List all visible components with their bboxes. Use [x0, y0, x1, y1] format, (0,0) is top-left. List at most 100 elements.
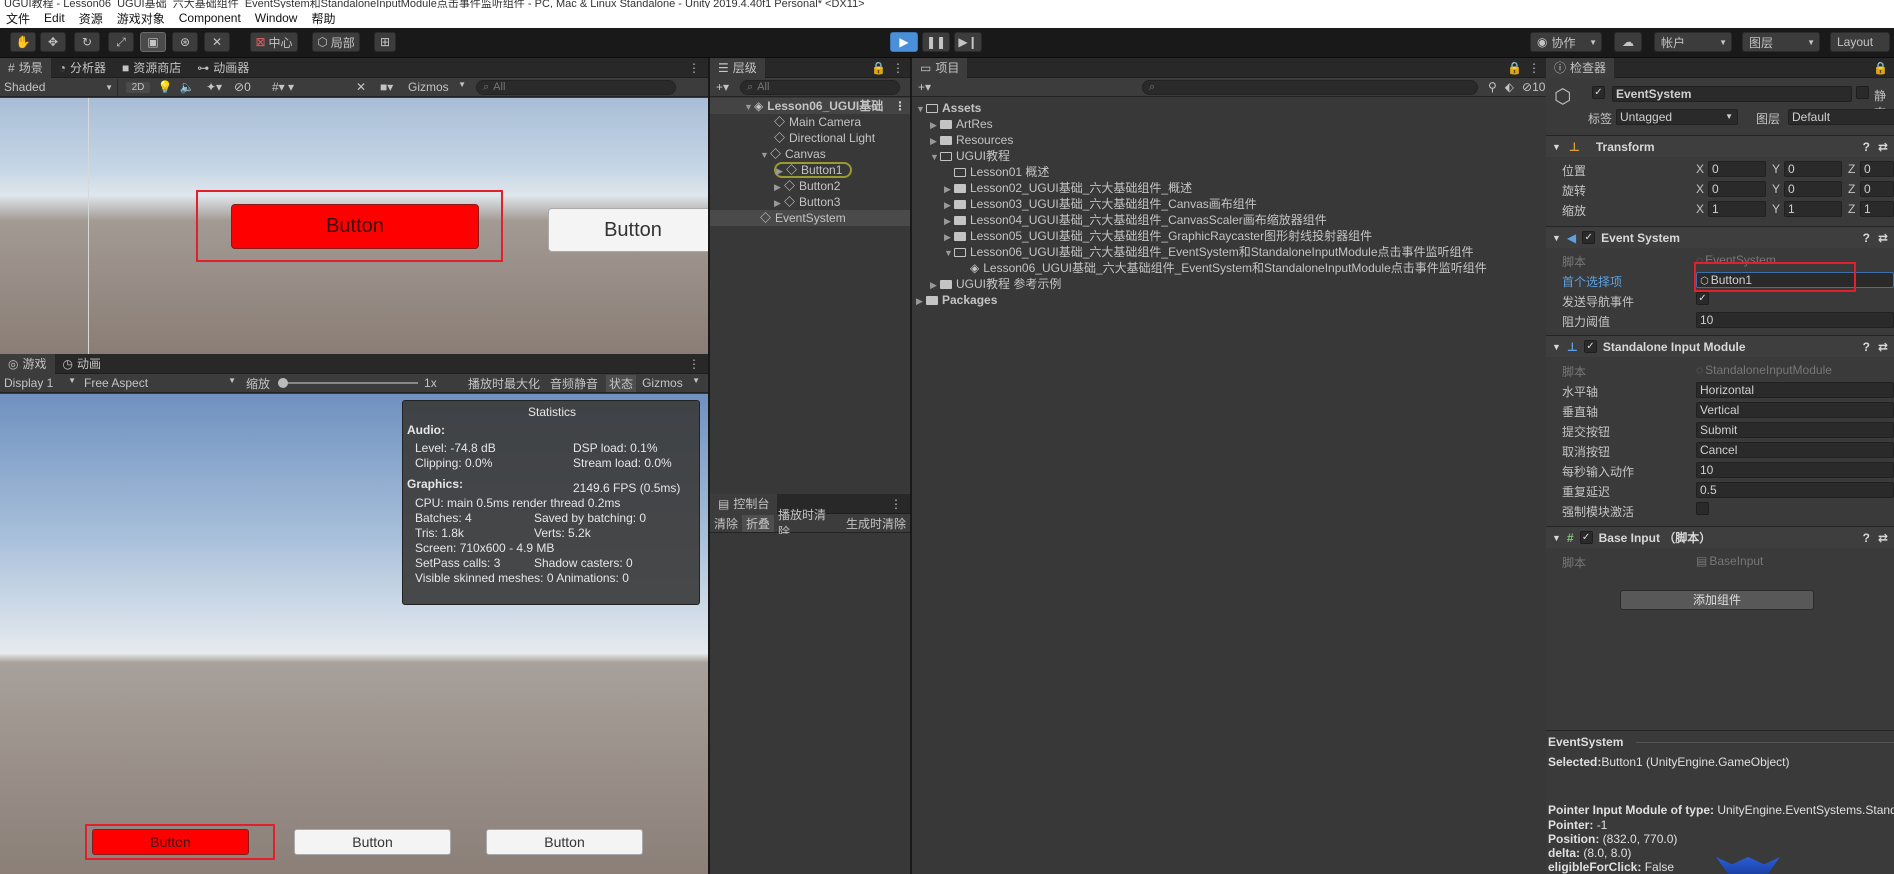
- collapse-toggle[interactable]: 折叠: [742, 514, 774, 532]
- project-item-packages[interactable]: ▶ Packages: [916, 292, 997, 308]
- component-enabled-checkbox[interactable]: ✓: [1583, 340, 1597, 353]
- rotate-tool-icon[interactable]: ↻: [74, 32, 100, 52]
- expand-icon[interactable]: ▶: [774, 179, 784, 195]
- scene-button-red[interactable]: Button: [231, 204, 479, 249]
- display-dropdown[interactable]: Display 1 ▼: [0, 376, 80, 390]
- more-menu-icon[interactable]: ⋮: [688, 357, 700, 371]
- pos-y-field[interactable]: 0: [1784, 161, 1842, 177]
- game-viewport[interactable]: Statistics Audio: Level: -74.8 dB DSP lo…: [0, 394, 708, 874]
- expand-icon[interactable]: ▼: [916, 101, 926, 117]
- 2d-toggle[interactable]: 2D: [126, 81, 150, 93]
- expand-icon[interactable]: ▶: [776, 165, 786, 177]
- project-item-lesson05[interactable]: ▶ Lesson05_UGUI基础_六大基础组件_GraphicRaycaster…: [944, 228, 1372, 244]
- settings-icon[interactable]: ⇄: [1878, 531, 1888, 545]
- clear-on-build-toggle[interactable]: 生成时清除: [842, 515, 910, 532]
- pos-x-field[interactable]: 0: [1708, 161, 1766, 177]
- scene-viewport[interactable]: Button Button: [0, 98, 708, 354]
- help-icon[interactable]: ?: [1863, 531, 1870, 545]
- more-menu-icon[interactable]: ⋮: [890, 497, 902, 511]
- expand-icon[interactable]: ▶: [944, 229, 954, 245]
- tag-dropdown[interactable]: Untagged ▼: [1616, 109, 1738, 125]
- scale-slider[interactable]: [278, 378, 419, 388]
- lock-icon[interactable]: 🔒: [1873, 61, 1888, 75]
- expand-icon[interactable]: ▼: [930, 149, 940, 165]
- space-toggle[interactable]: ⬡ 局部: [312, 32, 360, 52]
- account-dropdown[interactable]: 帐户 ▼: [1654, 32, 1732, 52]
- stats-toggle[interactable]: 状态: [606, 374, 637, 392]
- cloud-icon[interactable]: ☁: [1614, 32, 1642, 52]
- expand-icon[interactable]: ▶: [930, 133, 940, 149]
- more-menu-icon[interactable]: ⋮: [688, 61, 700, 75]
- menu-component[interactable]: Component: [179, 11, 241, 25]
- project-item-assets[interactable]: ▼ Assets: [916, 100, 981, 116]
- hierarchy-item-main-camera[interactable]: Main Camera: [774, 114, 861, 130]
- rect-tool-icon[interactable]: ▣: [140, 32, 166, 52]
- menu-assets[interactable]: 资源: [79, 10, 103, 27]
- more-menu-icon[interactable]: ⋮: [892, 61, 904, 75]
- rot-y-field[interactable]: 0: [1784, 181, 1842, 197]
- clear-button[interactable]: 清除: [710, 515, 742, 532]
- tab-animator[interactable]: ⊶ 动画器: [189, 58, 257, 78]
- scale-tool-icon[interactable]: ⤢: [108, 32, 134, 52]
- camera-icon[interactable]: ■▾: [380, 80, 406, 94]
- active-checkbox[interactable]: ✓: [1592, 86, 1605, 99]
- ips-field[interactable]: 10: [1696, 462, 1894, 478]
- scene-button-white[interactable]: Button: [548, 208, 708, 252]
- component-enabled-checkbox[interactable]: ✓: [1579, 531, 1593, 544]
- layout-dropdown[interactable]: Layout: [1830, 32, 1890, 52]
- menu-file[interactable]: 文件: [6, 10, 30, 27]
- cancel-field[interactable]: Cancel: [1696, 442, 1894, 458]
- effects-icon[interactable]: ✦▾: [200, 80, 228, 94]
- tab-animation[interactable]: ◷ 动画: [55, 354, 110, 374]
- shading-dropdown[interactable]: Shaded ▼: [0, 78, 118, 96]
- project-item-ugui-examples[interactable]: ▶ UGUI教程 参考示例: [930, 276, 1061, 292]
- hierarchy-scene-root[interactable]: ▼◈ Lesson06_UGUI基础 ⋮: [710, 98, 910, 114]
- mute-toggle[interactable]: 音频静音: [548, 375, 600, 392]
- hierarchy-item-eventsystem[interactable]: EventSystem: [710, 210, 910, 226]
- object-name-field[interactable]: EventSystem: [1612, 86, 1852, 102]
- tab-scene[interactable]: # 场景: [0, 58, 51, 78]
- menu-edit[interactable]: Edit: [44, 11, 65, 25]
- foldout-icon[interactable]: ▼: [1552, 142, 1561, 152]
- rot-z-field[interactable]: 0: [1860, 181, 1894, 197]
- expand-icon[interactable]: ▼: [744, 99, 754, 115]
- maximize-toggle[interactable]: 播放时最大化: [466, 375, 542, 392]
- play-button[interactable]: ▶: [890, 32, 918, 52]
- expand-icon[interactable]: ▶: [774, 195, 784, 211]
- hierarchy-search-input[interactable]: ⌕ All: [740, 79, 900, 95]
- grid-snap-icon[interactable]: ⊞: [374, 32, 396, 52]
- tab-hierarchy[interactable]: ☰ 层级: [710, 58, 765, 78]
- lock-icon[interactable]: 🔒: [1507, 61, 1522, 75]
- tools-icon[interactable]: ✕: [356, 80, 374, 94]
- move-tool-icon[interactable]: ✥: [40, 32, 66, 52]
- static-checkbox[interactable]: [1856, 86, 1869, 99]
- scene-search-input[interactable]: ⌕ All: [476, 79, 676, 95]
- scl-x-field[interactable]: 1: [1708, 201, 1766, 217]
- tab-asset-store[interactable]: ■ 资源商店: [114, 58, 189, 78]
- project-item-resources[interactable]: ▶ Resources: [930, 132, 1013, 148]
- pos-z-field[interactable]: 0: [1860, 161, 1894, 177]
- more-menu-icon[interactable]: ⋮: [894, 98, 906, 114]
- expand-icon[interactable]: ▶: [930, 277, 940, 293]
- menu-help[interactable]: 帮助: [311, 10, 335, 27]
- project-item-lesson01[interactable]: Lesson01 概述: [954, 164, 1049, 180]
- scale-slider-handle[interactable]: [278, 378, 289, 388]
- event-system-header[interactable]: ▼ ◀ ✓ Event System ? ⇄: [1546, 226, 1894, 248]
- expand-icon[interactable]: ▶: [916, 293, 926, 309]
- lock-icon[interactable]: 🔒: [871, 61, 886, 75]
- help-icon[interactable]: ?: [1863, 140, 1870, 154]
- foldout-icon[interactable]: ▼: [1552, 533, 1561, 543]
- hierarchy-item-button2[interactable]: ▶ Button2: [774, 178, 840, 194]
- expand-icon[interactable]: ▶: [944, 213, 954, 229]
- standalone-header[interactable]: ▼ ⊥ ✓ Standalone Input Module ? ⇄: [1546, 335, 1894, 357]
- gizmos-dropdown[interactable]: Gizmos ▼: [408, 80, 472, 94]
- tab-profiler[interactable]: ◔ 分析器: [51, 58, 114, 78]
- menu-gameobject[interactable]: 游戏对象: [117, 10, 165, 27]
- project-item-lesson04[interactable]: ▶ Lesson04_UGUI基础_六大基础组件_CanvasScaler画布缩放…: [944, 212, 1327, 228]
- project-item-ugui[interactable]: ▼ UGUI教程: [930, 148, 1010, 164]
- expand-icon[interactable]: ▼: [944, 245, 954, 261]
- component-enabled-checkbox[interactable]: ✓: [1582, 231, 1596, 244]
- filter-label-icon[interactable]: ⬖: [1505, 80, 1514, 94]
- base-input-header[interactable]: ▼ # ✓ Base Input （脚本） ? ⇄: [1546, 526, 1894, 548]
- pivot-toggle[interactable]: ⊠ 中心: [250, 32, 298, 52]
